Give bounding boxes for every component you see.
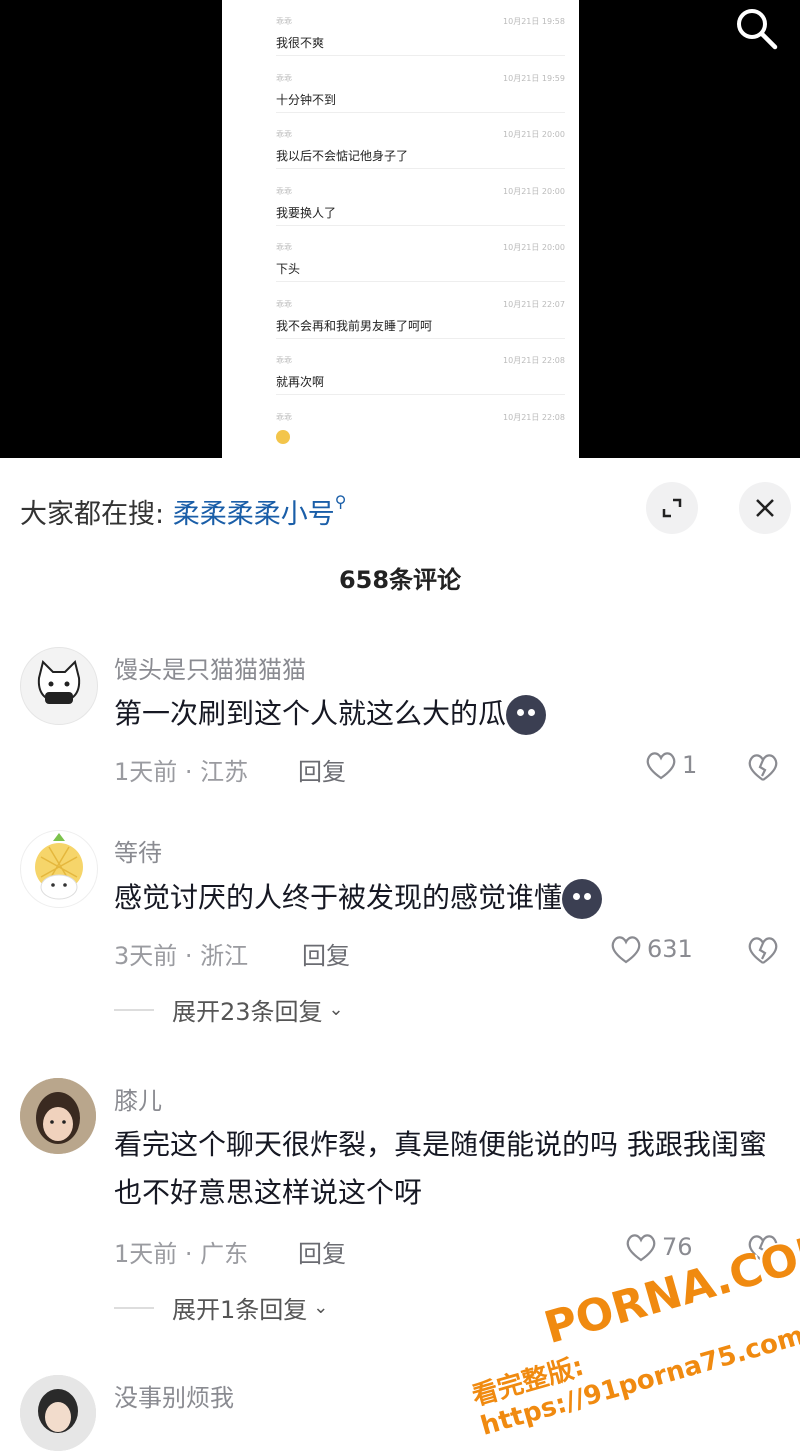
chat-text: 我不会再和我前男友睡了呵呵 (276, 319, 433, 333)
divider (276, 55, 565, 56)
avatar[interactable] (20, 1078, 96, 1154)
chat-time: 10月21日 20:00 (503, 243, 565, 252)
search-button[interactable] (732, 4, 780, 52)
comment-text: 感觉讨厌的人终于被发现的感觉谁懂 (114, 874, 794, 922)
expand-replies-label: 展开1条回复 (172, 1296, 308, 1324)
hot-search-prefix: 大家都在搜: (20, 499, 165, 530)
heart-icon (611, 936, 641, 964)
chat-time: 10月21日 20:00 (503, 130, 565, 139)
chat-time: 10月21日 22:08 (503, 413, 565, 422)
avatar[interactable] (20, 830, 98, 908)
comment-meta: 1天前 · 广东 (114, 1240, 249, 1268)
emoji-icon (506, 695, 547, 735)
chat-sender: 乖乖 (276, 413, 292, 422)
chat-message: 乖乖 10月21日 22:08 (222, 396, 579, 452)
like-button[interactable]: 76 (624, 1231, 693, 1263)
broken-heart-icon (748, 937, 778, 964)
reply-button[interactable]: 回复 (298, 1234, 346, 1269)
chat-sender: 乖乖 (276, 74, 292, 83)
search-small-icon: ⚲ (334, 492, 347, 511)
chat-time: 10月21日 22:08 (503, 356, 565, 365)
chat-time: 10月21日 19:59 (503, 74, 565, 83)
expand-icon (662, 498, 682, 518)
reply-button[interactable]: 回复 (298, 752, 346, 787)
chat-text: 我以后不会惦记他身子了 (276, 149, 409, 163)
dislike-button[interactable] (745, 750, 781, 786)
chevron-down-icon: ⌄ (313, 1297, 329, 1318)
pineapple-avatar-icon (35, 833, 83, 900)
chat-message: 乖乖 10月21日 20:00 我要换人了 (222, 170, 579, 226)
avatar[interactable] (20, 647, 98, 725)
comment-count: 658条评论 (338, 566, 462, 594)
chat-sender: 乖乖 (276, 130, 292, 139)
comment-meta: 1天前 · 江苏 (114, 758, 249, 786)
hot-search-keyword[interactable]: 柔柔柔柔小号 (173, 499, 335, 530)
close-button[interactable] (739, 482, 791, 534)
chat-message: 乖乖 10月21日 22:07 我不会再和我前男友睡了呵呵 (222, 283, 579, 339)
chat-sender: 乖乖 (276, 17, 292, 26)
comment-text: 第一次刷到这个人就这么大的瓜 (114, 690, 794, 738)
divider (114, 1306, 154, 1309)
comment-text-content: 第一次刷到这个人就这么大的瓜 (114, 697, 507, 730)
divider (276, 281, 565, 282)
chat-sender: 乖乖 (276, 243, 292, 252)
like-count: 1 (682, 751, 698, 779)
chat-text: 就再次啊 (276, 375, 325, 389)
divider (114, 1008, 154, 1011)
like-button[interactable]: 631 (609, 933, 693, 965)
dislike-button[interactable] (745, 933, 781, 969)
chat-text: 十分钟不到 (276, 93, 337, 107)
heart-icon (646, 752, 676, 780)
divider (276, 394, 565, 395)
like-button[interactable]: 1 (644, 749, 697, 781)
person-avatar-icon (20, 1078, 96, 1154)
avatar[interactable] (20, 1375, 96, 1451)
chat-sender: 乖乖 (276, 356, 292, 365)
video-area[interactable]: 乖乖 10月21日 19:58 我很不爽 乖乖 10月21日 19:59 十分钟… (0, 0, 800, 458)
comment-author[interactable]: 膝儿 (114, 1081, 162, 1116)
expand-button[interactable] (646, 482, 698, 534)
divider (276, 168, 565, 169)
hot-search[interactable]: 大家都在搜: 柔柔柔柔小号⚲ (20, 492, 346, 531)
chat-time: 10月21日 20:00 (503, 187, 565, 196)
like-count: 76 (662, 1233, 693, 1261)
chat-message: 乖乖 10月21日 19:58 我很不爽 (222, 0, 579, 56)
chat-text: 我很不爽 (276, 36, 325, 50)
close-icon (756, 499, 774, 517)
comment-author[interactable]: 馒头是只猫猫猫猫 (114, 650, 306, 685)
search-icon (737, 9, 778, 50)
smile-emoji-icon (276, 430, 290, 444)
expand-replies[interactable]: 展开1条回复 ⌄ (114, 1290, 328, 1325)
chat-message: 乖乖 10月21日 20:00 我以后不会惦记他身子了 (222, 113, 579, 169)
chat-text: 我要换人了 (276, 206, 337, 220)
reply-button[interactable]: 回复 (302, 936, 350, 971)
chat-sender: 乖乖 (276, 300, 292, 309)
emoji-icon (562, 879, 603, 919)
broken-heart-icon (748, 754, 778, 781)
heart-icon (626, 1234, 656, 1262)
chat-message: 乖乖 10月21日 20:00 下头 (222, 226, 579, 282)
chat-message: 乖乖 10月21日 19:59 十分钟不到 (222, 57, 579, 113)
comment-author[interactable]: 没事别烦我 (114, 1378, 234, 1413)
chat-text: 下头 (276, 262, 301, 276)
cat-avatar-icon (37, 660, 81, 704)
person-avatar-icon (20, 1375, 96, 1451)
chat-message: 乖乖 10月21日 22:08 就再次啊 (222, 339, 579, 395)
comment-text-content: 感觉讨厌的人终于被发现的感觉谁懂 (114, 881, 563, 914)
comment-text: 看完这个聊天很炸裂，真是随便能说的吗 我跟我闺蜜也不好意思这样说这个呀 (114, 1128, 767, 1209)
chat-emoji (276, 430, 290, 447)
chevron-down-icon: ⌄ (328, 999, 344, 1020)
expand-replies-label: 展开23条回复 (172, 998, 323, 1026)
chat-time: 10月21日 19:58 (503, 17, 565, 26)
comment-meta: 3天前 · 浙江 (114, 942, 249, 970)
chat-screenshot: 乖乖 10月21日 19:58 我很不爽 乖乖 10月21日 19:59 十分钟… (222, 0, 579, 458)
like-count: 631 (647, 935, 693, 963)
expand-replies[interactable]: 展开23条回复 ⌄ (114, 992, 344, 1027)
comment-author[interactable]: 等待 (114, 833, 162, 868)
chat-sender: 乖乖 (276, 187, 292, 196)
chat-time: 10月21日 22:07 (503, 300, 565, 309)
